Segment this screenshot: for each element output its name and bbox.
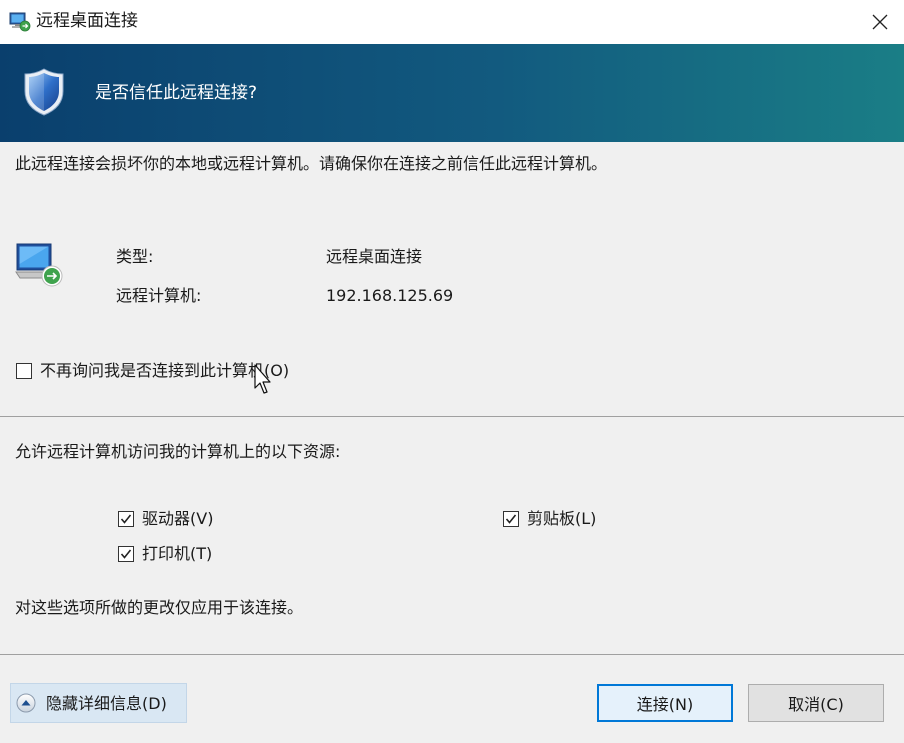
remote-computer-label: 远程计算机:: [116, 286, 202, 305]
checkmark-icon: [505, 514, 517, 524]
options-note: 对这些选项所做的更改仅应用于该连接。: [15, 598, 304, 617]
trust-banner: 是否信任此远程连接?: [0, 44, 904, 142]
printers-label[interactable]: 打印机(T): [142, 543, 212, 565]
cancel-button[interactable]: 取消(C): [748, 684, 884, 722]
drives-label[interactable]: 驱动器(V): [142, 508, 213, 530]
window-title: 远程桌面连接: [36, 11, 138, 31]
computer-icon: [15, 243, 63, 287]
checkmark-icon: [120, 549, 132, 559]
close-icon: [872, 14, 888, 30]
clipboard-checkbox[interactable]: [503, 511, 519, 527]
divider-bottom: [0, 654, 904, 655]
type-label: 类型:: [116, 247, 154, 266]
warning-text: 此远程连接会损坏你的本地或远程计算机。请确保你在连接之前信任此远程计算机。: [15, 154, 608, 173]
resources-heading: 允许远程计算机访问我的计算机上的以下资源:: [15, 442, 341, 461]
trust-question: 是否信任此远程连接?: [95, 83, 258, 103]
divider-top: [0, 416, 904, 417]
type-value: 远程桌面连接: [326, 247, 423, 266]
hide-details-button[interactable]: 隐藏详细信息(D): [10, 683, 187, 723]
connect-button[interactable]: 连接(N): [597, 684, 733, 722]
title-bar: 远程桌面连接: [0, 0, 904, 44]
drives-checkbox[interactable]: [118, 511, 134, 527]
close-button[interactable]: [856, 0, 904, 44]
remote-desktop-icon: [9, 12, 31, 32]
dont-ask-label[interactable]: 不再询问我是否连接到此计算机(O): [40, 360, 289, 382]
mouse-cursor-icon: [254, 364, 271, 394]
dont-ask-checkbox[interactable]: [16, 363, 32, 379]
shield-icon: [24, 68, 64, 116]
checkmark-icon: [120, 514, 132, 524]
hide-details-label: 隐藏详细信息(D): [46, 694, 167, 713]
remote-computer-value: 192.168.125.69: [326, 286, 454, 305]
printers-checkbox[interactable]: [118, 546, 134, 562]
clipboard-label[interactable]: 剪贴板(L): [527, 508, 596, 530]
chevron-up-icon: [16, 693, 36, 713]
